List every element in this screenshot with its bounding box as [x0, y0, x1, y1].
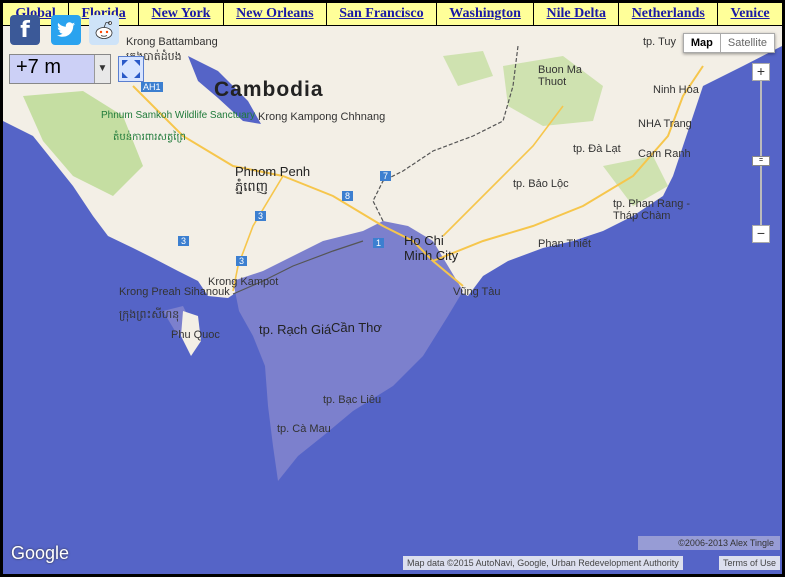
city-label: tp. Phan Rang - Tháp Chàm	[613, 198, 691, 222]
nav-link-new-york[interactable]: New York	[139, 3, 224, 25]
road-shield: 7	[380, 171, 392, 181]
nav-link-new-orleans[interactable]: New Orleans	[224, 3, 327, 25]
zoom-control: + = −	[750, 63, 772, 243]
map-type-map-button[interactable]: Map	[682, 33, 721, 53]
city-label: Krong Battambang	[126, 36, 218, 48]
chevron-down-icon: ▼	[94, 55, 110, 83]
nav-link-netherlands[interactable]: Netherlands	[619, 3, 719, 25]
map-type-control: Map Satellite	[682, 33, 775, 53]
road-shield: 3	[236, 256, 248, 266]
city-label: Phnom Penh	[235, 164, 311, 179]
city-label: ក្រុងព្រះសីហនុ	[119, 309, 180, 321]
road-shield: 8	[342, 191, 354, 201]
zoom-slider-handle[interactable]: =	[752, 156, 770, 166]
sea-level-value: +7 m	[16, 56, 62, 78]
map-attribution: Map data ©2015 AutoNavi, Google, Urban R…	[403, 556, 683, 570]
road-shield: 3	[178, 236, 190, 246]
city-label: Ho Chi Minh City	[404, 233, 459, 263]
city-label: Phan Thiết	[538, 238, 592, 250]
google-logo: Google	[11, 543, 70, 563]
city-label: ភ្នំពេញ	[235, 179, 269, 194]
city-label: tp. Rạch Giá	[259, 322, 332, 337]
copyright-text: ©2006-2013 Alex Tingle	[638, 536, 780, 550]
city-label: Krong Kampong Chhnang	[258, 111, 386, 123]
city-label: Ninh Hòa	[653, 84, 699, 96]
city-label: NHA Trang	[638, 118, 692, 130]
city-label: tp. Đà Lạt	[573, 143, 621, 155]
city-label: tp. Tuy	[643, 36, 677, 48]
flood-map[interactable]: Cambodia Krong Battambang ក្រុងបាត់ដំបង …	[3, 26, 782, 574]
twitter-icon[interactable]	[51, 15, 81, 45]
zoom-out-button[interactable]: −	[752, 225, 770, 243]
nav-link-nile-delta[interactable]: Nile Delta	[534, 3, 620, 25]
zoom-in-button[interactable]: +	[752, 63, 770, 81]
city-label: tp. Bảo Lộc	[513, 178, 569, 190]
terms-of-use-link[interactable]: Terms of Use	[718, 556, 780, 570]
reddit-icon[interactable]	[89, 15, 119, 45]
park-label: Phnum Samkoh Wildlife Sanctuary	[101, 110, 255, 121]
sea-level-select[interactable]: +7 m ▼	[9, 54, 111, 84]
nav-link-washington[interactable]: Washington	[437, 3, 535, 25]
park-label: តំបន់ការពារសត្វព្រៃ	[113, 132, 186, 143]
city-label: tp. Bạc Liêu	[323, 394, 382, 406]
city-label: Phu Quoc	[171, 329, 220, 341]
map-type-satellite-button[interactable]: Satellite	[720, 33, 775, 53]
city-label: Buon Ma Thuot	[538, 64, 583, 88]
nav-link-venice[interactable]: Venice	[718, 3, 782, 25]
country-label: Cambodia	[214, 78, 324, 101]
city-label: Vũng Tàu	[453, 286, 501, 298]
road-shield: 1	[373, 238, 385, 248]
city-label: Cam Ranh	[638, 148, 691, 160]
facebook-icon[interactable]: f	[10, 15, 40, 45]
city-label: Krong Kampot	[208, 276, 279, 288]
location-nav: Global Florida New York New Orleans San …	[3, 3, 782, 26]
city-label: Cần Thơ	[331, 320, 382, 335]
road-shield: 3	[255, 211, 267, 221]
city-label: tp. Cà Mau	[277, 423, 331, 435]
app-frame: Global Florida New York New Orleans San …	[2, 2, 783, 575]
road-shield-ah1: AH1	[141, 82, 163, 92]
nav-link-san-francisco[interactable]: San Francisco	[327, 3, 437, 25]
fullscreen-icon[interactable]	[118, 56, 144, 82]
map-canvas	[3, 26, 782, 481]
